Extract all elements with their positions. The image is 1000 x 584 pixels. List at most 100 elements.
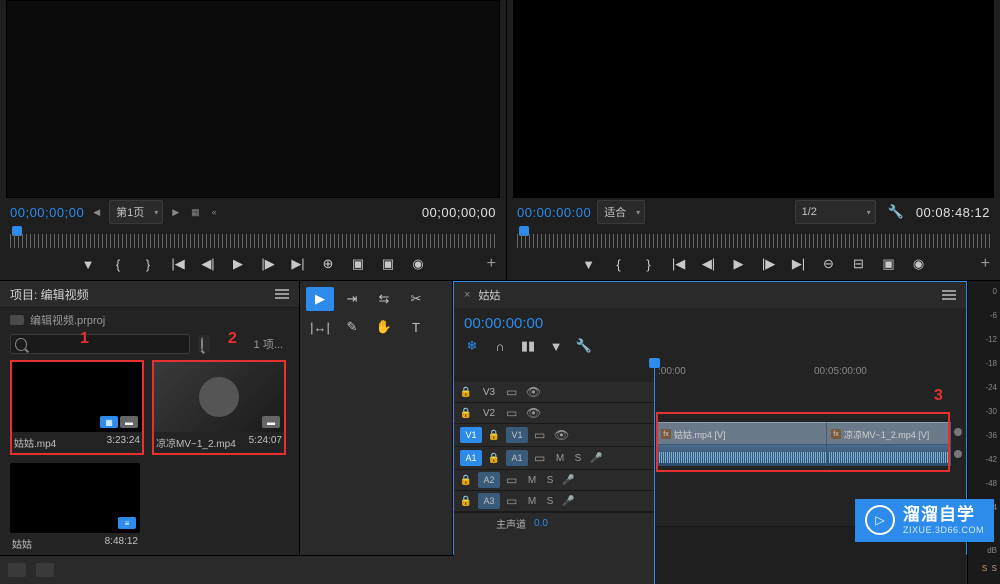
- timeline-ruler[interactable]: :00:00 00:05:00:00: [454, 360, 966, 382]
- overwrite-icon[interactable]: ▣: [350, 256, 366, 272]
- source-patch-v1[interactable]: V1: [460, 427, 482, 443]
- markers-icon[interactable]: ▮▮: [520, 338, 536, 354]
- extract-icon[interactable]: ⊟: [851, 256, 867, 272]
- button-editor-icon[interactable]: +: [981, 255, 990, 273]
- solo-icon[interactable]: S: [572, 453, 584, 464]
- collapse-icon[interactable]: «: [209, 207, 220, 217]
- mic-icon[interactable]: 🎤: [590, 453, 602, 464]
- bin-item[interactable]: ▬ 凉凉MV~1_2.mp45:24:07: [152, 360, 286, 455]
- marker-add-icon[interactable]: ▼: [548, 338, 564, 354]
- timeline-timecode[interactable]: 00:00:00:00: [464, 315, 543, 332]
- step-back-icon[interactable]: ◀|: [701, 256, 717, 272]
- eye-icon[interactable]: 👁: [554, 428, 568, 442]
- snap-icon[interactable]: ❄: [464, 338, 480, 354]
- export-frame-icon[interactable]: ▣: [881, 256, 897, 272]
- camera-icon[interactable]: ◉: [410, 256, 426, 272]
- ripple-tool-icon[interactable]: ⇆: [370, 287, 398, 311]
- selection-tool-icon[interactable]: ▶: [306, 287, 334, 311]
- track-label[interactable]: V2: [478, 408, 500, 419]
- lock-icon[interactable]: 🔒: [488, 429, 500, 441]
- find-icon[interactable]: [198, 335, 210, 353]
- toggle-output-icon[interactable]: ▭: [506, 494, 520, 508]
- razor-tool-icon[interactable]: ✂: [402, 287, 430, 311]
- step-fwd-icon[interactable]: |▶: [260, 256, 276, 272]
- mute-icon[interactable]: M: [526, 475, 538, 486]
- button-editor-icon[interactable]: +: [487, 255, 496, 273]
- bin-item[interactable]: ≡ 姑姑8:48:12: [10, 463, 140, 554]
- settings-wrench-icon[interactable]: 🔧: [888, 204, 904, 220]
- fit-dropdown[interactable]: 适合: [597, 200, 645, 224]
- program-ruler[interactable]: [517, 226, 990, 248]
- toggle-output-icon[interactable]: ▭: [506, 406, 520, 420]
- lock-icon[interactable]: 🔒: [460, 495, 472, 507]
- master-value[interactable]: 0.0: [534, 518, 548, 529]
- go-in-icon[interactable]: |◀: [671, 256, 687, 272]
- mute-icon[interactable]: M: [526, 496, 538, 507]
- in-point-icon[interactable]: {: [611, 256, 627, 272]
- source-patch-a1[interactable]: A1: [460, 450, 482, 466]
- mute-icon[interactable]: M: [554, 453, 566, 464]
- sequence-tab[interactable]: 姑姑: [478, 287, 500, 303]
- in-point-icon[interactable]: {: [110, 256, 126, 272]
- toggle-output-icon[interactable]: ▭: [506, 385, 520, 399]
- eye-icon[interactable]: 👁: [526, 385, 540, 399]
- camera-icon[interactable]: ◉: [911, 256, 927, 272]
- search-input[interactable]: [10, 334, 190, 354]
- toggle-output-icon[interactable]: ▭: [506, 473, 520, 487]
- export-frame-icon[interactable]: ▣: [380, 256, 396, 272]
- track-label[interactable]: A3: [478, 493, 500, 509]
- marker-icon[interactable]: ▼: [581, 256, 597, 272]
- go-in-icon[interactable]: |◀: [170, 256, 186, 272]
- lock-icon[interactable]: 🔒: [488, 452, 500, 464]
- program-out-timecode[interactable]: 00:08:48:12: [916, 205, 990, 220]
- icon-view-icon[interactable]: [36, 563, 54, 577]
- timeline-content[interactable]: 3 fx姑姑.mp4 [V] fx凉凉MV~1_2.mp4 [V]: [654, 382, 966, 584]
- timeline-playhead[interactable]: [654, 360, 655, 382]
- program-viewer[interactable]: [513, 0, 994, 198]
- search-field[interactable]: [31, 337, 185, 351]
- lift-icon[interactable]: ⊖: [821, 256, 837, 272]
- lock-icon[interactable]: 🔒: [460, 407, 472, 419]
- play-icon[interactable]: ▶: [731, 256, 747, 272]
- out-point-icon[interactable]: }: [641, 256, 657, 272]
- target-track-a1[interactable]: A1: [506, 450, 528, 466]
- track-select-tool-icon[interactable]: ⇥: [338, 287, 366, 311]
- panel-menu-icon[interactable]: [275, 289, 289, 299]
- source-ruler[interactable]: [10, 226, 496, 248]
- settings-icon[interactable]: 🔧: [576, 338, 592, 354]
- toggle-output-icon[interactable]: ▭: [534, 428, 548, 442]
- slip-tool-icon[interactable]: |↔|: [306, 315, 334, 339]
- playhead-line[interactable]: [654, 382, 655, 584]
- next-page-icon[interactable]: ▶: [169, 207, 182, 218]
- resolution-dropdown[interactable]: 1/2: [795, 200, 876, 224]
- panel-menu-icon[interactable]: [942, 290, 956, 300]
- solo-icon[interactable]: S: [544, 496, 556, 507]
- mic-icon[interactable]: 🎤: [562, 475, 574, 486]
- play-icon[interactable]: ▶: [230, 256, 246, 272]
- go-out-icon[interactable]: ▶|: [290, 256, 306, 272]
- toggle-output-icon[interactable]: ▭: [534, 451, 548, 465]
- step-back-icon[interactable]: ◀|: [200, 256, 216, 272]
- mic-icon[interactable]: 🎤: [562, 496, 574, 507]
- linked-selection-icon[interactable]: ∩: [492, 338, 508, 354]
- step-fwd-icon[interactable]: |▶: [761, 256, 777, 272]
- source-viewer[interactable]: [6, 0, 500, 198]
- go-out-icon[interactable]: ▶|: [791, 256, 807, 272]
- prev-page-icon[interactable]: ◀: [90, 207, 103, 218]
- grid-icon[interactable]: ▦: [188, 207, 203, 218]
- marker-icon[interactable]: ▼: [80, 256, 96, 272]
- insert-icon[interactable]: ⊕: [320, 256, 336, 272]
- lock-icon[interactable]: 🔒: [460, 474, 472, 486]
- tab-close-icon[interactable]: ×: [464, 289, 470, 301]
- type-tool-icon[interactable]: T: [402, 315, 430, 339]
- source-in-timecode[interactable]: 00;00;00;00: [10, 205, 84, 220]
- source-out-timecode[interactable]: 00;00;00;00: [422, 205, 496, 220]
- target-track-v1[interactable]: V1: [506, 427, 528, 443]
- hand-tool-icon[interactable]: ✋: [370, 315, 398, 339]
- bin-item[interactable]: ▦▬ 姑姑.mp43:23:24: [10, 360, 144, 455]
- out-point-icon[interactable]: }: [140, 256, 156, 272]
- solo-icon[interactable]: S: [544, 475, 556, 486]
- pen-tool-icon[interactable]: ✎: [338, 315, 366, 339]
- page-dropdown[interactable]: 第1页: [109, 200, 163, 224]
- track-label[interactable]: V3: [478, 387, 500, 398]
